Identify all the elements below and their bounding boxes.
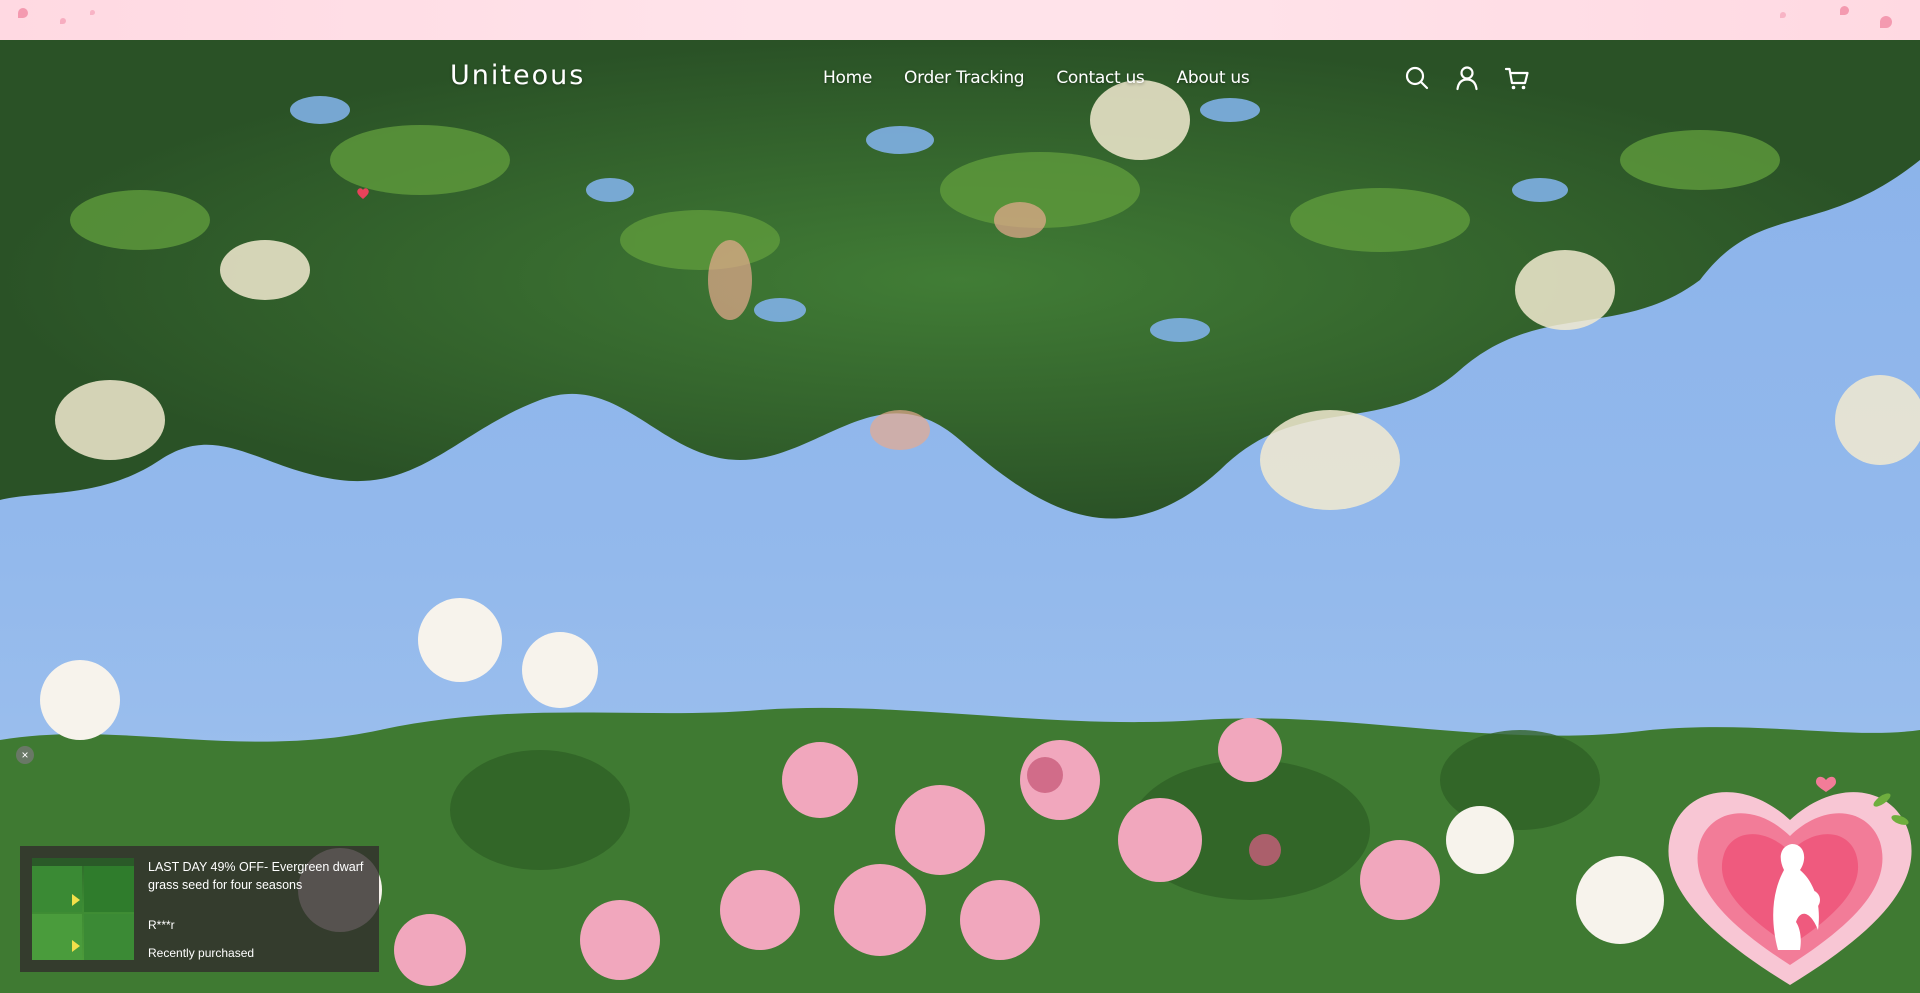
mother-child-heart-decoration	[1668, 776, 1912, 985]
store-logo[interactable]: Uniteous	[450, 60, 585, 91]
popup-buyer-name: R***r	[148, 918, 175, 932]
popup-product-title[interactable]: LAST DAY 49% OFF- Evergreen dwarf grass …	[148, 858, 366, 894]
site-header: Uniteous Home Order Tracking Contact us …	[0, 40, 1920, 118]
nav-item-about-us[interactable]: About us	[1177, 68, 1250, 88]
popup-status-text: Recently purchased	[148, 946, 255, 960]
nav-item-contact-us[interactable]: Contact us	[1056, 68, 1144, 88]
search-icon[interactable]	[1403, 64, 1431, 92]
main-nav: Home Order Tracking Contact us About us	[823, 68, 1250, 88]
petal-decoration	[90, 10, 95, 15]
nav-item-home[interactable]: Home	[823, 68, 872, 88]
recent-purchase-popup[interactable]: LAST DAY 49% OFF- Evergreen dwarf grass …	[20, 846, 379, 972]
petal-decoration	[1880, 16, 1892, 28]
nav-item-order-tracking[interactable]: Order Tracking	[904, 68, 1025, 88]
petal-decoration	[60, 18, 66, 24]
petal-decoration	[1780, 12, 1786, 18]
petal-decoration	[1840, 6, 1849, 15]
account-icon[interactable]	[1453, 64, 1481, 92]
hero-foliage-image	[0, 40, 1920, 519]
announcement-bar	[0, 0, 1920, 40]
popup-close-button[interactable]: ×	[16, 746, 34, 764]
header-icons	[1403, 64, 1531, 92]
heart-sparkle-icon	[357, 188, 369, 199]
cart-icon[interactable]	[1503, 64, 1531, 92]
petal-decoration	[18, 8, 28, 18]
product-thumbnail[interactable]	[32, 858, 134, 960]
